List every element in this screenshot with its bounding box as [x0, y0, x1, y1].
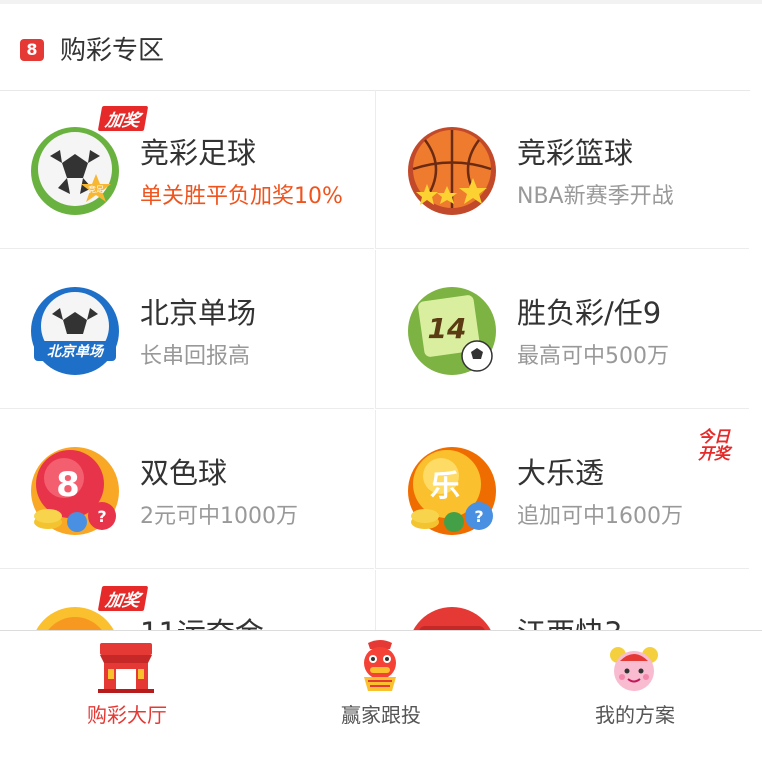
game-name: 大乐透	[517, 456, 605, 490]
game-promo: 单关胜平负加奖10%	[140, 184, 343, 209]
svg-text:北京单场: 北京单场	[47, 343, 105, 360]
beijing-single-icon: 北京单场	[31, 287, 119, 375]
store-icon	[98, 643, 154, 693]
game-promo: 最高可中500万	[517, 344, 669, 369]
game-name: 江西快3	[517, 610, 622, 630]
win-lose-icon: 14	[408, 287, 496, 375]
game-jingcai-basketball[interactable]: 竞彩篮球 NBA新赛季开战	[375, 90, 749, 249]
super-lotto-icon: 乐 ?	[408, 447, 496, 535]
bonus-tag: 加奖	[97, 106, 149, 131]
game-name: 竞彩足球	[140, 136, 257, 170]
svg-text:?: ?	[474, 507, 483, 526]
game-name: 竞彩篮球	[517, 136, 634, 170]
mascot-icon	[610, 647, 658, 691]
game-11-select-5[interactable]: 加奖 11运夺金	[0, 570, 374, 630]
svg-text:竞足: 竞足	[88, 184, 104, 194]
game-promo: NBA新赛季开战	[517, 184, 674, 209]
game-name: 北京单场	[140, 296, 257, 330]
tab-label: 我的方案	[595, 703, 675, 727]
game-beijing-single[interactable]: 北京单场 北京单场 长串回报高	[0, 250, 374, 409]
svg-text:乐: 乐	[430, 469, 460, 504]
tab-my-plans[interactable]: 我的方案	[508, 631, 762, 765]
tab-winner-follow[interactable]: 赢家跟投	[254, 631, 508, 765]
game-double-color-ball[interactable]: 8 ? 双色球 2元可中1000万	[0, 410, 374, 569]
game-super-lotto[interactable]: 乐 ? 今日 开奖 大乐透 追加可中1600万	[375, 410, 749, 569]
game-promo: 2元可中1000万	[140, 504, 298, 529]
game-jiangxi-k3[interactable]: 江西快3	[375, 570, 749, 630]
game-jingcai-football[interactable]: 竞足 加奖 竞彩足球 单关胜平负加奖10%	[0, 90, 374, 249]
football-icon: 竞足	[31, 127, 119, 215]
tab-label: 赢家跟投	[341, 703, 421, 727]
game-name: 胜负彩/任9	[517, 296, 662, 330]
svg-text:?: ?	[97, 507, 106, 526]
game-name: 双色球	[140, 456, 228, 490]
tab-label: 购彩大厅	[87, 703, 167, 727]
lion-dance-icon	[364, 640, 396, 691]
basketball-icon	[408, 127, 496, 215]
section-header: 8 购彩专区	[0, 4, 750, 91]
badge-line-2: 开奖	[698, 444, 731, 463]
svg-text:8: 8	[56, 465, 80, 505]
section-badge: 8	[20, 39, 44, 61]
svg-text:14: 14	[428, 312, 467, 345]
bonus-tag: 加奖	[97, 586, 149, 611]
double-color-ball-icon: 8 ?	[31, 447, 119, 535]
game-promo: 追加可中1600万	[517, 504, 683, 529]
jiangxi-k3-icon	[413, 607, 491, 630]
lottery-grid: 竞足 加奖 竞彩足球 单关胜平负加奖10% 竞彩篮球 NBA新赛季开战 北京单场	[0, 90, 750, 630]
section-title: 购彩专区	[60, 36, 165, 66]
bottom-tab-bar: 购彩大厅 赢家跟投 我的方案	[0, 630, 762, 765]
today-draw-badge: 今日 开奖	[698, 428, 730, 462]
game-name: 11运夺金	[140, 610, 264, 630]
game-win-lose[interactable]: 14 胜负彩/任9 最高可中500万	[375, 250, 749, 409]
game-promo: 长串回报高	[140, 344, 251, 369]
badge-line-1: 今日	[698, 427, 731, 446]
tab-lottery-hall[interactable]: 购彩大厅	[0, 631, 254, 765]
